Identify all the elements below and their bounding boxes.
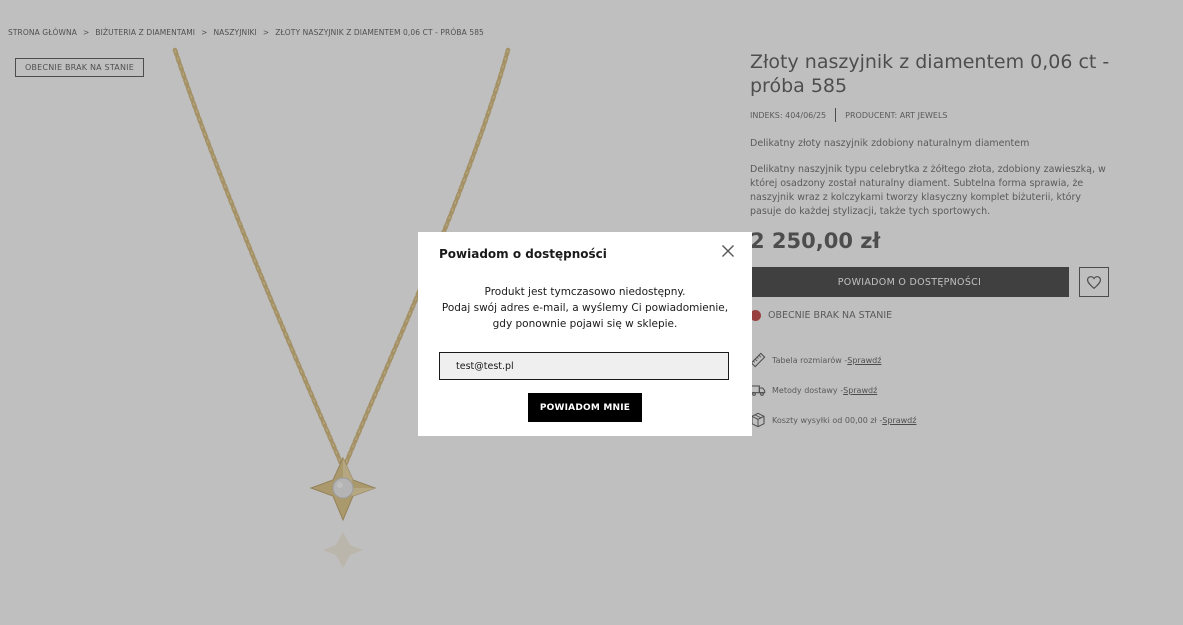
modal-title: Powiadom o dostępności: [439, 247, 607, 261]
modal-message-line: Produkt jest tymczasowo niedostępny.: [484, 286, 686, 298]
modal-message: Produkt jest tymczasowo niedostępny. Pod…: [418, 284, 752, 332]
modal-message-line: gdy ponownie pojawi się w sklepie.: [492, 318, 678, 330]
notify-me-button[interactable]: POWIADOM MNIE: [528, 393, 642, 422]
availability-modal: Powiadom o dostępności Produkt jest tymc…: [418, 232, 752, 436]
modal-message-line: Podaj swój adres e-mail, a wyślemy Ci po…: [441, 302, 729, 314]
close-icon[interactable]: [720, 243, 736, 259]
email-field[interactable]: [439, 352, 729, 380]
